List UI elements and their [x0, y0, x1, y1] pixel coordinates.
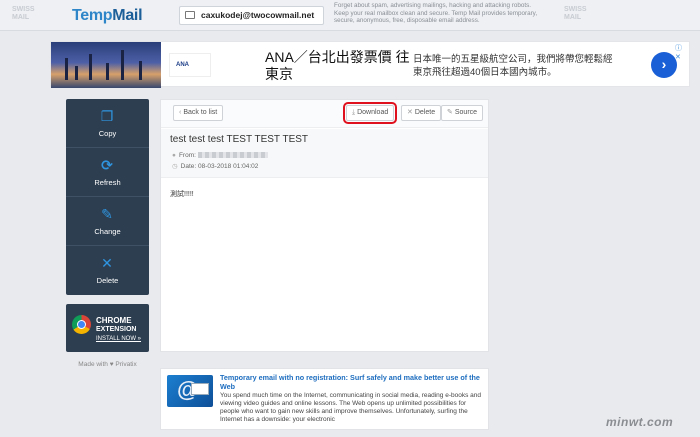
article-card[interactable]: @ Temporary email with no registration: … — [160, 368, 489, 430]
tempmail-logo[interactable]: TempMail — [72, 7, 143, 25]
ad-title[interactable]: ANA／台北出發票價 往東京 — [265, 49, 415, 83]
ad-subtitle: 日本唯一的五星級航空公司，我們將帶您輕鬆經東京飛往超過40個日本國內城市。 — [413, 54, 613, 78]
source-label: Source — [454, 109, 478, 116]
ad-brand-text: ANA — [176, 62, 189, 68]
email-at-icon: @ — [167, 375, 213, 407]
clipboard-icon: ❐ — [100, 108, 114, 124]
logo-part-temp: Temp — [72, 7, 113, 24]
download-icon: ⤓ — [352, 109, 356, 116]
header-deco-right: SWISS MAIL — [564, 6, 587, 21]
envelope-icon — [185, 11, 195, 19]
user-icon: ● — [172, 152, 176, 159]
clock-icon: ◷ — [172, 163, 178, 170]
chrome-promo-line1: CHROME — [96, 316, 132, 325]
email-address-field[interactable]: caxukodej@twocowmail.net — [179, 6, 324, 25]
chevron-left-icon: ‹ — [179, 109, 182, 116]
message-subject: test test test TEST TEST TEST — [170, 134, 309, 145]
chevron-right-icon[interactable]: › — [651, 52, 677, 78]
message-panel: ‹ Back to list ⤓ Download ✕ Delete ✎ Source … — [160, 99, 489, 352]
copy-label: Copy — [98, 129, 117, 138]
delete-label: Delete — [96, 276, 119, 285]
article-title[interactable]: Temporary email with no registration: Su… — [220, 373, 482, 391]
refresh-button[interactable]: ⟳ Refresh — [66, 148, 149, 197]
site-header: TempMail caxukodej@twocowmail.net Forget… — [0, 0, 700, 31]
ad-city-photo — [51, 42, 161, 88]
logo-part-mail: Mail — [112, 7, 143, 24]
adchoices-icon[interactable]: ⓘ ✕ — [675, 43, 689, 61]
from-label: From: — [178, 152, 196, 159]
chrome-extension-promo[interactable]: CHROME EXTENSION INSTALL NOW » — [66, 304, 149, 352]
message-header: test test test TEST TEST TEST ● From: ◷ Da… — [161, 129, 488, 178]
refresh-icon: ⟳ — [101, 157, 113, 173]
copy-button[interactable]: ❐ Copy — [66, 99, 149, 148]
date-value: 08-03-2018 01:04:02 — [198, 163, 259, 170]
message-from: ● From: — [172, 152, 268, 159]
delete-address-button[interactable]: ✕ Delete — [66, 246, 149, 295]
made-by-credit: Made with ♥ Privatix — [78, 361, 137, 368]
watermark: minwt.com — [606, 415, 674, 429]
date-label: Date: — [180, 163, 197, 170]
pen-icon: ✎ — [101, 206, 113, 222]
sender-redacted — [197, 152, 268, 159]
pen-icon: ✎ — [447, 109, 453, 116]
sidebar: ❐ Copy ⟳ Refresh ✎ Change ✕ Delete — [66, 99, 149, 295]
article-text: You spend much time on the Internet, com… — [220, 392, 481, 423]
email-address: caxukodej@twocowmail.net — [201, 10, 315, 20]
chrome-logo-icon — [72, 315, 91, 334]
back-label: Back to list — [183, 109, 218, 116]
header-deco-left: SWISS MAIL — [12, 6, 35, 21]
download-label: Download — [357, 109, 389, 116]
delete-message-label: Delete — [414, 109, 436, 116]
message-body: 測試!!!!! — [170, 191, 194, 198]
change-button[interactable]: ✎ Change — [66, 197, 149, 246]
ad-banner[interactable]: ANA ANA／台北出發票價 往東京 日本唯一的五星級航空公司，我們將帶您輕鬆經… — [50, 41, 690, 88]
close-icon: ✕ — [407, 109, 413, 116]
close-icon: ✕ — [101, 255, 113, 271]
install-now-link[interactable]: INSTALL NOW » — [96, 336, 141, 342]
delete-message-button[interactable]: ✕ Delete — [401, 105, 442, 121]
message-toolbar: ‹ Back to list ⤓ Download ✕ Delete ✎ Source — [161, 100, 488, 128]
refresh-label: Refresh — [94, 178, 121, 187]
header-description: Forget about spam, advertising mailings,… — [334, 2, 538, 25]
download-button[interactable]: ⤓ Download — [342, 102, 398, 124]
back-to-list-button[interactable]: ‹ Back to list — [173, 105, 224, 121]
source-button[interactable]: ✎ Source — [441, 105, 484, 121]
ad-brand-logo: ANA — [169, 53, 211, 77]
chrome-promo-line2: EXTENSION — [96, 326, 137, 333]
message-date: ◷ Date: 08-03-2018 01:04:02 — [172, 162, 258, 170]
change-label: Change — [94, 227, 121, 236]
